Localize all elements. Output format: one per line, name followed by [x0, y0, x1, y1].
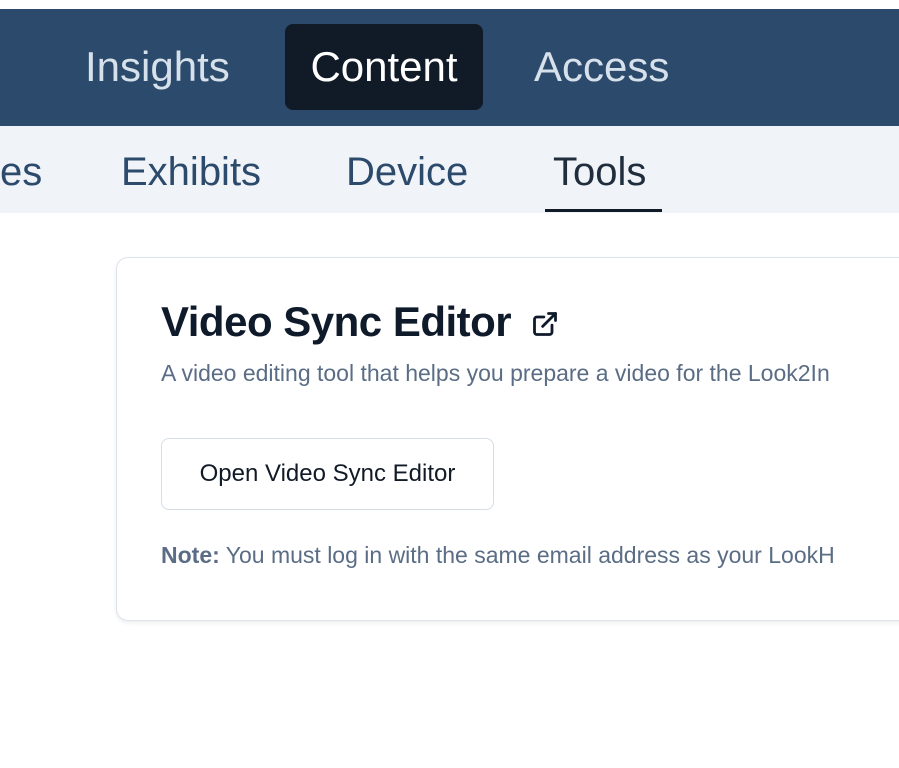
- sub-tab-partial[interactable]: es: [0, 126, 42, 213]
- sub-tab-tools[interactable]: Tools: [553, 126, 646, 213]
- card-title: Video Sync Editor: [161, 298, 512, 345]
- video-sync-editor-card: Video Sync Editor A video editing tool t…: [116, 257, 899, 621]
- tab-content[interactable]: Content: [285, 24, 483, 110]
- sub-tab-exhibits[interactable]: Exhibits: [121, 126, 261, 213]
- sub-tab-device[interactable]: Device: [346, 126, 468, 213]
- sub-navigation-bar: es Exhibits Device Tools: [0, 126, 899, 213]
- tab-access[interactable]: Access: [512, 24, 691, 110]
- top-navigation-bar: Insights Content Access: [0, 9, 899, 126]
- active-tab-underline: [545, 209, 662, 212]
- card-description: A video editing tool that helps you prep…: [161, 360, 830, 386]
- note-text: You must log in with the same email addr…: [219, 542, 835, 568]
- external-link-icon[interactable]: [531, 310, 559, 338]
- tab-insights[interactable]: Insights: [63, 24, 252, 110]
- open-video-sync-editor-button[interactable]: Open Video Sync Editor: [161, 438, 494, 510]
- note-label: Note:: [161, 542, 220, 568]
- card-note: Note: You must log in with the same emai…: [161, 542, 835, 569]
